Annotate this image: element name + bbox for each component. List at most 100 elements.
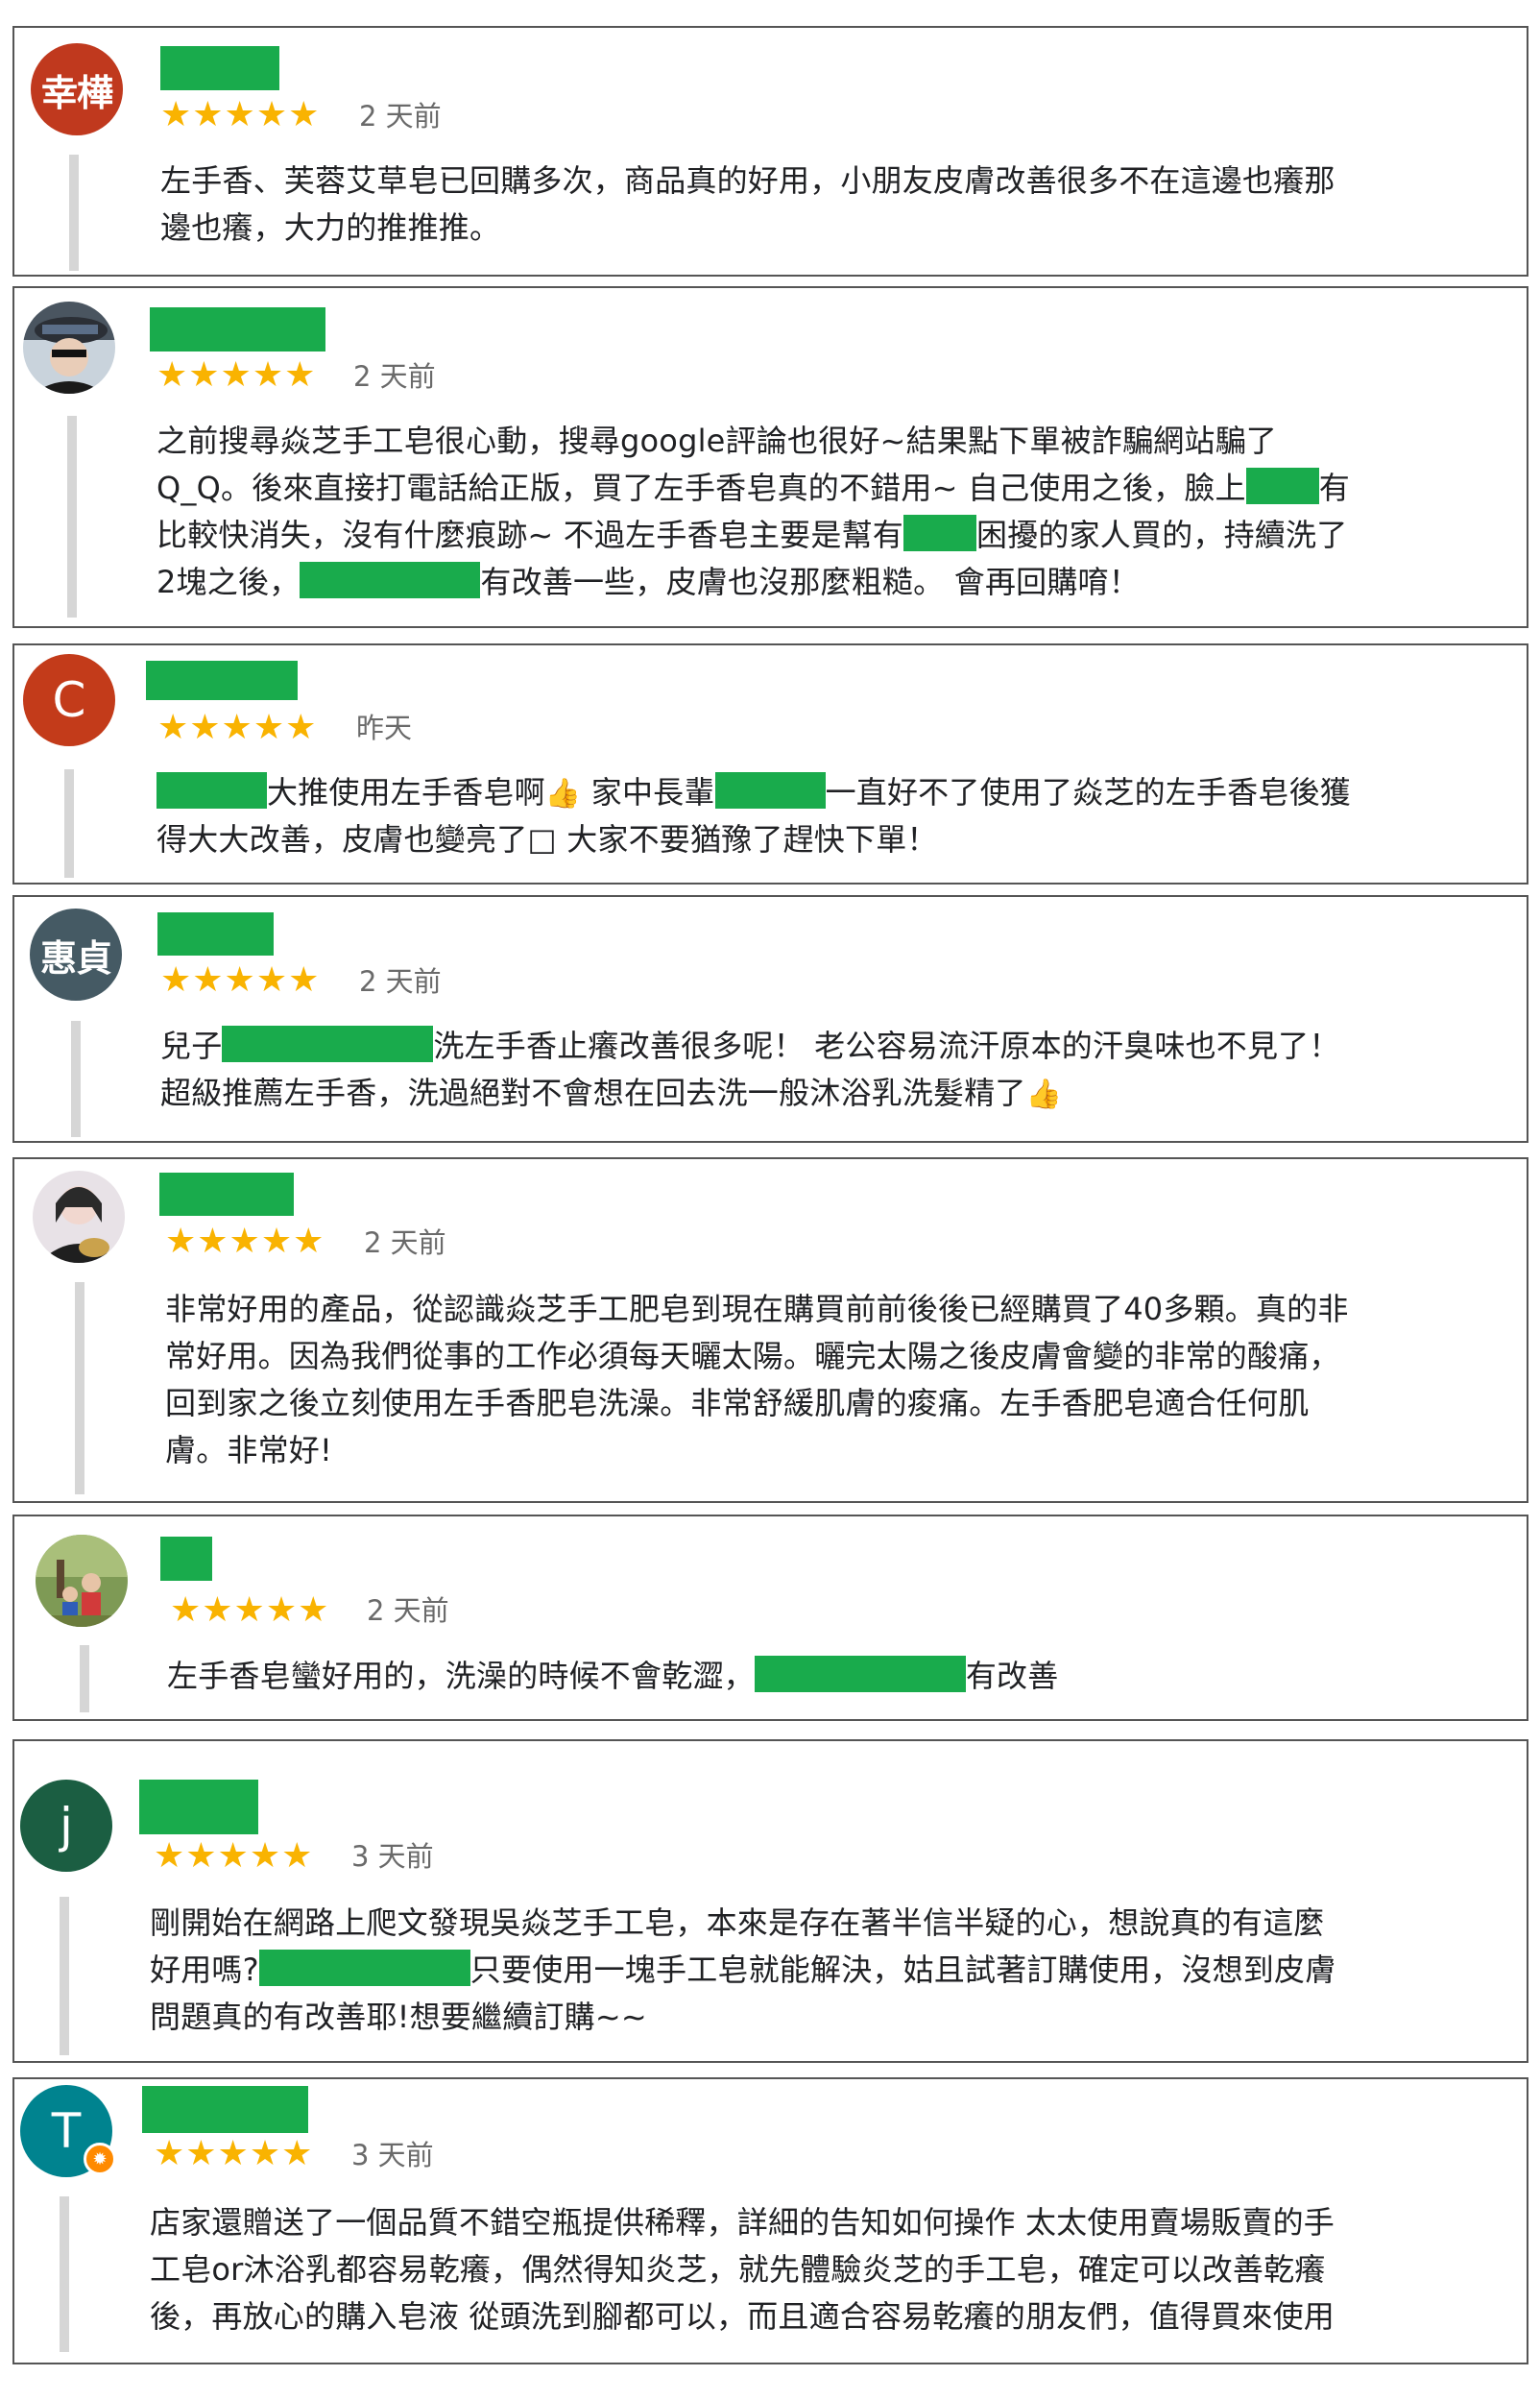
avatar[interactable]: [33, 1171, 125, 1263]
avatar-initials: j: [60, 1798, 73, 1854]
review-card: C ★★★★★ 昨天 大推使用左手香皂啊👍 家中長輩 一直好不了使用了焱芝的左手香皂後獲…: [12, 643, 1528, 885]
review-text-segment: 之前搜尋焱芝手工皂很心動，搜尋google評論也很好~結果點下單被詐騙網站騙了: [156, 423, 1277, 459]
star-rating: ★★★★★: [156, 355, 317, 395]
review-text-segment: 超級推薦左手香，洗過絕對不會想在回去洗一般沐浴乳洗髮精了: [160, 1075, 1026, 1111]
review-text: 左手香皂蠻好用的，洗澡的時候不會乾澀， 有改善: [167, 1653, 1058, 1700]
quote-bar: [69, 155, 79, 271]
review-text-segment: 非常好用的產品，從認識焱芝手工肥皂到現在購買前前後後已經購買了40多顆。真的非: [165, 1291, 1349, 1327]
review-text-line: 兒子 洗左手香止癢改善很多呢！ 老公容易流汗原本的汗臭味也不見了！: [160, 1023, 1340, 1070]
review-text-segment: 洗左手香止癢改善很多呢！ 老公容易流汗原本的汗臭味也不見了！: [433, 1028, 1340, 1064]
review-text-line: 比較快消失，沒有什麼痕跡~ 不過左手香皂主要是幫有 困擾的家人買的，持續洗了: [156, 512, 1350, 559]
reviewer-name-redacted[interactable]: [142, 2086, 308, 2133]
avatar[interactable]: 幸樺: [31, 43, 123, 135]
review-time: 2 天前: [353, 360, 436, 393]
review-text-line: 膚。非常好!: [165, 1427, 1349, 1474]
review-text-line: 回到家之後立刻使用左手香肥皂洗澡。非常舒緩肌膚的痠痛。左手香肥皂適合任何肌: [165, 1380, 1349, 1427]
review-text-segment: Q_Q。後來直接打電話給正版，買了左手香皂真的不錯用~ 自己使用之後，臉上: [156, 470, 1246, 506]
review-text-segment: 好用嗎?: [150, 1952, 259, 1988]
quote-bar: [64, 769, 74, 878]
star-rating: ★★★★★: [154, 1836, 314, 1876]
thumbs-up-icon: 👍: [544, 777, 582, 811]
avatar[interactable]: 惠貞: [30, 909, 122, 1001]
review-text-line: 2塊之後， 有改善一些，皮膚也沒那麼粗糙。 會再回購唷！: [156, 559, 1350, 606]
avatar-initials: T: [51, 2103, 82, 2159]
review-time: 2 天前: [359, 100, 442, 133]
review-text-segment: 困擾的家人買的，持續洗了: [976, 517, 1348, 553]
review-text-segment: 後，再放心的購入皂液 從頭洗到腳都可以，而且適合容易乾癢的朋友們，值得買來使用: [150, 2298, 1335, 2335]
review-text: 之前搜尋焱芝手工皂很心動，搜尋google評論也很好~結果點下單被詐騙網站騙了 Q…: [156, 418, 1350, 606]
review-text-segment: 大推使用左手香皂啊: [267, 774, 545, 811]
quote-bar: [71, 1021, 81, 1137]
review-text-line: 非常好用的產品，從認識焱芝手工肥皂到現在購買前前後後已經購買了40多顆。真的非: [165, 1286, 1349, 1333]
review-text-line: 得大大改善，皮膚也變亮了□ 大家不要猶豫了趕快下單！: [156, 816, 1351, 863]
review-text-segment: 邊也癢，大力的推推推。: [160, 209, 501, 246]
avatar[interactable]: j: [20, 1780, 112, 1872]
avatar[interactable]: [36, 1535, 128, 1627]
review-text: 兒子 洗左手香止癢改善很多呢！ 老公容易流汗原本的汗臭味也不見了！ 超級推薦左手香，…: [160, 1023, 1340, 1117]
star-rating: ★★★★★: [170, 1590, 330, 1630]
review-time: 2 天前: [359, 965, 442, 998]
review-text-segment: 問題真的有改善耶!想要繼續訂購~~: [150, 1999, 647, 2035]
redaction-block: [754, 1656, 966, 1692]
review-text: 店家還贈送了一個品質不錯空瓶提供稀釋，詳細的告知如何操作 太太使用賣場販賣的手工…: [150, 2199, 1335, 2340]
reviewer-name-redacted[interactable]: [159, 1173, 294, 1216]
review-text-segment: 左手香皂蠻好用的，洗澡的時候不會乾澀，: [167, 1658, 755, 1694]
review-text-segment: 2塊之後，: [156, 564, 301, 600]
quote-bar: [75, 1282, 84, 1494]
review-card: ★★★★★ 2 天前之前搜尋焱芝手工皂很心動，搜尋google評論也很好~結果點下…: [12, 286, 1528, 628]
avatar-initials: C: [52, 672, 86, 728]
review-text-segment: 比較快消失，沒有什麼痕跡~ 不過左手香皂主要是幫有: [156, 517, 903, 553]
thumbs-up-icon: 👍: [1025, 1078, 1063, 1111]
avatar[interactable]: C: [23, 654, 115, 746]
review-text-line: 問題真的有改善耶!想要繼續訂購~~: [150, 1994, 1335, 2041]
redaction-block: [714, 772, 826, 809]
review-text-line: 之前搜尋焱芝手工皂很心動，搜尋google評論也很好~結果點下單被詐騙網站騙了: [156, 418, 1350, 465]
review-text-segment: 工皂or沐浴乳都容易乾癢，偶然得知炎芝，就先體驗炎芝的手工皂，確定可以改善乾癢: [150, 2251, 1326, 2288]
review-time: 昨天: [356, 712, 413, 744]
review-text-line: 常好用。因為我們從事的工作必須每天曬太陽。曬完太陽之後皮膚會變的非常的酸痛，: [165, 1333, 1349, 1380]
star-rating: ★★★★★: [165, 1222, 325, 1261]
quote-bar: [67, 416, 77, 618]
reviewer-name-redacted[interactable]: [157, 912, 274, 956]
redaction-block: [222, 1026, 434, 1062]
review-card: ★★★★★ 2 天前非常好用的產品，從認識焱芝手工肥皂到現在購買前前後後已經購買了…: [12, 1157, 1528, 1503]
review-text-segment: 店家還贈送了一個品質不錯空瓶提供稀釋，詳細的告知如何操作 太太使用賣場販賣的手: [150, 2204, 1335, 2241]
review-text-segment: 兒子: [160, 1028, 223, 1064]
review-text-line: 好用嗎? 只要使用一塊手工皂就能解決，姑且試著訂購使用，沒想到皮膚: [150, 1947, 1335, 1994]
review-card: 惠貞 ★★★★★ 2 天前 兒子 洗左手香止癢改善很多呢！ 老公容易流汗原本的汗臭味也不…: [12, 895, 1528, 1143]
review-card: 幸樺 ★★★★★ 2 天前 左手香、芙蓉艾草皂已回購多次，商品真的好用，小朋友皮膚改善…: [12, 26, 1528, 277]
review-card: ★★★★★ 2 天前左手香皂蠻好用的，洗澡的時候不會乾澀， 有改善: [12, 1515, 1528, 1721]
review-time: 3 天前: [351, 1840, 434, 1873]
review-text-line: 邊也癢，大力的推推推。: [160, 205, 1335, 252]
reviewer-name-redacted[interactable]: [160, 46, 279, 90]
review-text-segment: 只要使用一塊手工皂就能解決，姑且試著訂購使用，沒想到皮膚: [469, 1952, 1336, 1988]
avatar[interactable]: [23, 302, 115, 394]
review-text-line: 店家還贈送了一個品質不錯空瓶提供稀釋，詳細的告知如何操作 太太使用賣場販賣的手: [150, 2199, 1335, 2246]
redaction-block: [258, 1950, 470, 1986]
review-text-segment: 有: [1318, 470, 1350, 506]
review-text: 剛開始在網路上爬文發現吳焱芝手工皂，本來是存在著半信半疑的心，想說真的有這麼 好用…: [150, 1900, 1335, 2041]
reviewer-name-redacted[interactable]: [146, 661, 298, 700]
review-time: 2 天前: [364, 1226, 446, 1259]
quote-bar: [60, 1897, 69, 2055]
review-text: 非常好用的產品，從認識焱芝手工肥皂到現在購買前前後後已經購買了40多顆。真的非常…: [165, 1286, 1349, 1474]
review-text-segment: 常好用。因為我們從事的工作必須每天曬太陽。曬完太陽之後皮膚會變的非常的酸痛，: [165, 1338, 1340, 1374]
reviewer-name-redacted[interactable]: [139, 1780, 258, 1834]
review-text-line: 大推使用左手香皂啊👍 家中長輩 一直好不了使用了焱芝的左手香皂後獲: [156, 769, 1351, 816]
review-text-segment: 剛開始在網路上爬文發現吳焱芝手工皂，本來是存在著半信半疑的心，想說真的有這麼: [150, 1904, 1325, 1941]
avatar-initials: 惠貞: [39, 936, 112, 980]
star-rating: ★★★★★: [154, 2134, 314, 2173]
quote-bar: [60, 2196, 69, 2352]
review-text-segment: 左手香、芙蓉艾草皂已回購多次，商品真的好用，小朋友皮膚改善很多不在這邊也癢那: [160, 162, 1335, 199]
redaction-block: [156, 772, 267, 809]
review-text: 左手香、芙蓉艾草皂已回購多次，商品真的好用，小朋友皮膚改善很多不在這邊也癢那 邊也…: [160, 158, 1335, 252]
review-text-line: 剛開始在網路上爬文發現吳焱芝手工皂，本來是存在著半信半疑的心，想說真的有這麼: [150, 1900, 1335, 1947]
review-text: 大推使用左手香皂啊👍 家中長輩 一直好不了使用了焱芝的左手香皂後獲得大大改善，皮膚…: [156, 769, 1351, 863]
review-text-segment: 膚。非常好!: [165, 1432, 333, 1468]
review-card: T ✹ ★★★★★ 3 天前 店家還贈送了一個品質不錯空瓶提供稀釋，詳細的告知如何操作 …: [12, 2077, 1528, 2364]
review-time: 2 天前: [367, 1594, 449, 1627]
review-text-segment: 得大大改善，皮膚也變亮了□ 大家不要猶豫了趕快下單！: [156, 821, 938, 858]
avatar-initials: 幸樺: [40, 71, 113, 114]
reviewer-name-redacted[interactable]: [160, 1537, 212, 1581]
reviewer-name-redacted[interactable]: [150, 307, 325, 352]
